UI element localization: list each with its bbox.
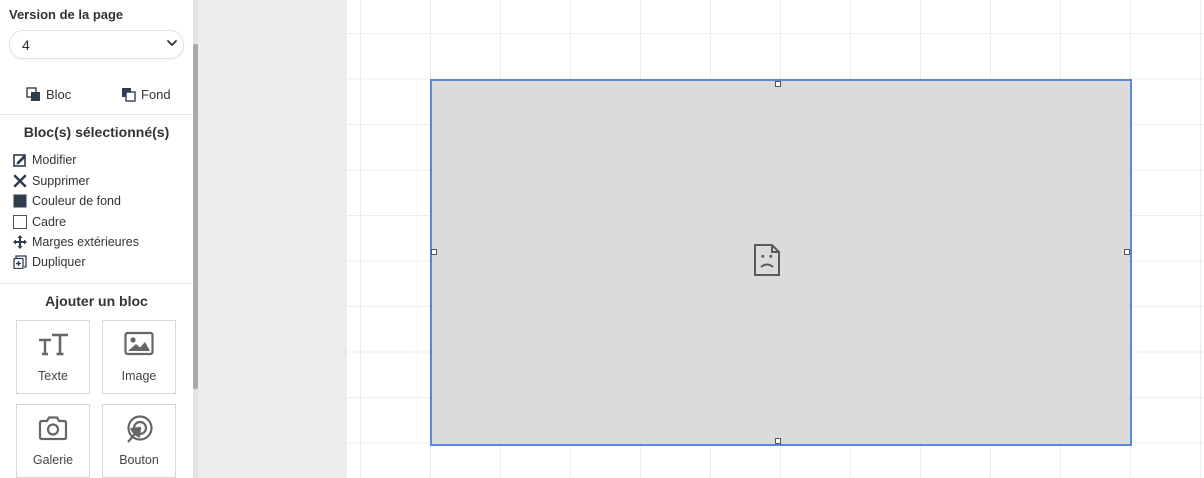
action-supprimer[interactable]: Supprimer [13, 172, 90, 190]
mode-fond-label: Fond [141, 86, 171, 102]
action-modifier[interactable]: Modifier [13, 151, 76, 169]
version-select[interactable]: 4 [9, 30, 184, 59]
duplicate-icon [13, 255, 27, 269]
selected-blocks-title: Bloc(s) sélectionné(s) [23, 124, 170, 140]
text-icon [39, 333, 68, 356]
action-dupliquer-label: Dupliquer [32, 255, 86, 269]
action-marges-exterieures-label: Marges extérieures [32, 235, 139, 249]
resize-handle-left[interactable] [431, 249, 437, 255]
add-galerie-tile[interactable]: Galerie [16, 404, 90, 478]
action-modifier-label: Modifier [32, 153, 77, 167]
resize-handle-bottom[interactable] [775, 438, 781, 444]
target-pointer-icon [127, 415, 153, 443]
fond-icon [122, 87, 136, 102]
add-bouton-label: Bouton [119, 453, 159, 467]
broken-image-icon [754, 244, 780, 276]
resize-handle-right[interactable] [1124, 249, 1130, 255]
add-image-label: Image [121, 369, 157, 383]
camera-icon [38, 416, 68, 441]
version-label: Version de la page [9, 7, 124, 22]
version-select-value: 4 [22, 37, 30, 53]
resize-handle-top[interactable] [775, 81, 781, 87]
action-cadre[interactable]: Cadre [13, 213, 66, 231]
color-swatch-icon [13, 194, 27, 208]
add-galerie-label: Galerie [32, 453, 74, 467]
action-supprimer-label: Supprimer [32, 174, 90, 188]
action-couleur-de-fond[interactable]: Couleur de fond [13, 192, 121, 210]
image-icon [124, 331, 154, 356]
mode-bloc-button[interactable]: Bloc [26, 84, 71, 104]
selected-image-block[interactable] [430, 79, 1132, 446]
action-couleur-de-fond-label: Couleur de fond [32, 194, 121, 208]
frame-checkbox-icon [13, 215, 27, 229]
move-arrows-icon [13, 235, 27, 249]
mode-bloc-label: Bloc [46, 86, 72, 102]
divider [0, 114, 193, 115]
edit-icon [13, 154, 26, 167]
add-image-tile[interactable]: Image [102, 320, 176, 394]
bloc-icon [26, 86, 40, 101]
canvas-gutter [198, 0, 347, 478]
action-cadre-label: Cadre [32, 215, 67, 229]
close-icon [13, 174, 27, 188]
add-texte-tile[interactable]: Texte [16, 320, 90, 394]
sidebar: Version de la page 4 Bloc Fond Bloc(s) s… [0, 0, 193, 478]
action-dupliquer[interactable]: Dupliquer [13, 253, 86, 271]
divider [0, 283, 193, 284]
add-bouton-tile[interactable]: Bouton [102, 404, 176, 478]
add-block-title: Ajouter un bloc [45, 293, 148, 309]
mode-fond-button[interactable]: Fond [121, 84, 171, 104]
chevron-down-icon [167, 40, 177, 46]
add-texte-label: Texte [38, 369, 68, 383]
action-marges-exterieures[interactable]: Marges extérieures [13, 233, 139, 251]
